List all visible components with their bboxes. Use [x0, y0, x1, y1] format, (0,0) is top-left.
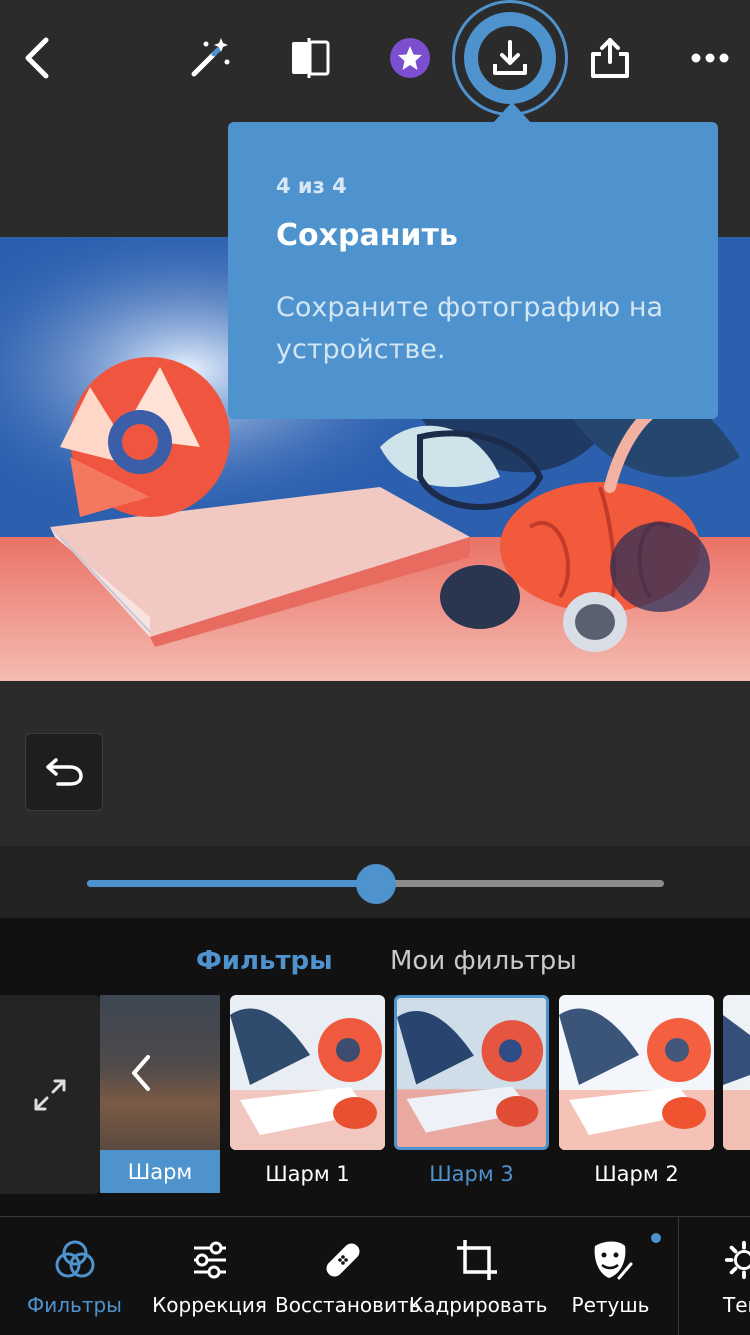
filter-label: Шарм 2 — [594, 1162, 679, 1186]
nav-retouch[interactable]: Ретушь — [543, 1237, 678, 1317]
filter-thumbnail[interactable] — [230, 995, 385, 1150]
coachmark-pointer — [492, 102, 532, 124]
filter-preview-image — [397, 998, 546, 1147]
back-icon — [25, 37, 49, 79]
compare-icon — [292, 38, 330, 78]
back-button[interactable] — [2, 20, 78, 96]
filter-preview-image — [230, 995, 385, 1150]
expand-icon — [34, 1079, 66, 1110]
share-button[interactable] — [572, 20, 648, 96]
filter-group-card[interactable]: Шарм — [100, 995, 220, 1193]
undo-button[interactable] — [25, 733, 103, 811]
themes-icon — [724, 1240, 750, 1280]
tab-filters[interactable]: Фильтры — [196, 946, 333, 976]
auto-enhance-button[interactable] — [172, 20, 248, 96]
save-button-ring — [464, 12, 556, 104]
nav-label: Восстановить — [275, 1293, 421, 1317]
bandage-icon — [326, 1243, 359, 1277]
nav-divider — [678, 1217, 679, 1335]
filter-thumbnail-partial[interactable] — [723, 995, 750, 1150]
tab-my-filters[interactable]: Мои фильтры — [390, 946, 577, 976]
intensity-slider-fill — [87, 880, 376, 887]
filter-group-thumbnail — [100, 995, 220, 1150]
filter-group-label: Шарм — [100, 1150, 220, 1193]
nav-correction[interactable]: Коррекция — [142, 1237, 277, 1317]
coachmark-description: Сохраните фотографию на устройстве. — [276, 292, 664, 365]
filter-label-selected: Шарм 3 — [429, 1162, 514, 1186]
coachmark-tooltip[interactable]: 4 из 4 Сохранить Сохраните фотографию на… — [228, 122, 718, 419]
premium-star-icon — [390, 38, 430, 78]
nav-label: Коррекция — [152, 1293, 267, 1317]
save-button-core — [478, 26, 542, 90]
nav-filters[interactable]: Фильтры — [7, 1237, 142, 1317]
chevron-left-icon — [132, 1055, 150, 1091]
premium-button[interactable] — [372, 20, 448, 96]
nav-label: Кадрировать — [409, 1293, 548, 1317]
sliders-icon — [193, 1241, 226, 1279]
retouch-face-icon — [594, 1241, 632, 1280]
filter-preview-image — [559, 995, 714, 1150]
more-button[interactable] — [672, 20, 748, 96]
filters-icon — [55, 1240, 94, 1278]
save-download-icon — [493, 40, 527, 75]
coachmark-step: 4 из 4 — [276, 174, 347, 198]
filter-preview-image — [723, 995, 750, 1150]
nav-crop[interactable]: Кадрировать — [409, 1237, 548, 1317]
magic-wand-icon — [191, 38, 230, 77]
crop-icon — [456, 1240, 497, 1280]
share-icon — [591, 38, 629, 78]
save-button[interactable] — [452, 0, 568, 116]
nav-label: Тем — [723, 1293, 750, 1317]
undo-icon — [46, 758, 83, 786]
intensity-slider-handle[interactable] — [355, 864, 396, 904]
filter-label: Шарм 1 — [265, 1162, 350, 1186]
nav-themes[interactable]: Тем — [685, 1237, 750, 1317]
coachmark-title: Сохранить — [276, 218, 458, 253]
expand-filters-button[interactable] — [0, 995, 100, 1194]
more-icon — [691, 53, 729, 63]
nav-label: Ретушь — [571, 1293, 650, 1317]
compare-button[interactable] — [272, 20, 348, 96]
filter-thumbnail-selected[interactable] — [394, 995, 549, 1150]
bottom-navigation: Фильтры Коррекция Восстановить Кадрирова… — [0, 1216, 750, 1335]
nav-restore[interactable]: Восстановить — [275, 1237, 421, 1317]
nav-label: Фильтры — [27, 1293, 122, 1317]
new-feature-dot — [651, 1233, 661, 1243]
top-toolbar — [0, 0, 750, 120]
filter-thumbnail[interactable] — [559, 995, 714, 1150]
